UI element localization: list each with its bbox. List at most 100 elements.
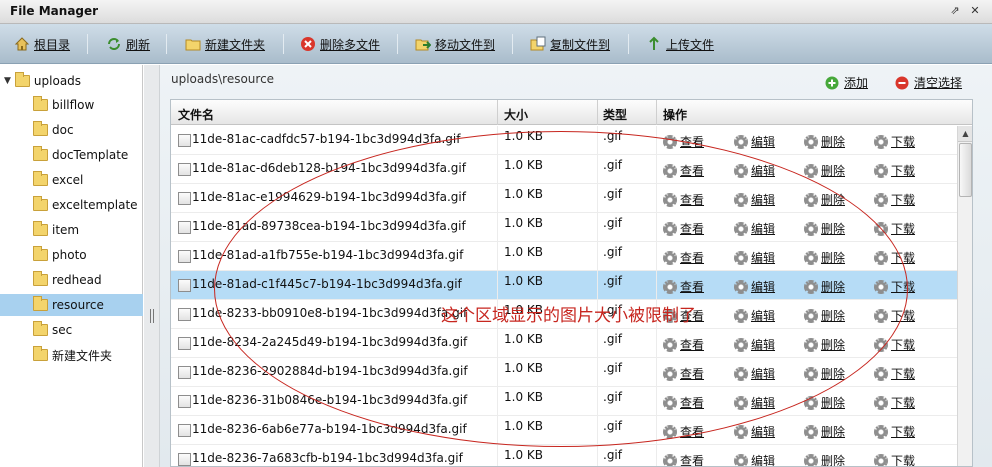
table-row[interactable]: 11de-8236-2902884d-b194-1bc3d994d3fa.gif… (171, 358, 957, 387)
delete-link[interactable]: 删除 (804, 249, 845, 266)
download-link[interactable]: 下载 (874, 423, 915, 440)
edit-link[interactable]: 编辑 (734, 307, 775, 324)
delete-link[interactable]: 删除 (804, 394, 845, 411)
scroll-up-icon[interactable]: ▲ (958, 126, 972, 142)
delete-link[interactable]: 删除 (804, 133, 845, 150)
tree-node-resource[interactable]: resource (0, 294, 143, 316)
edit-link[interactable]: 编辑 (734, 423, 775, 440)
edit-link[interactable]: 编辑 (734, 249, 775, 266)
row-checkbox[interactable] (178, 279, 191, 292)
edit-link[interactable]: 编辑 (734, 394, 775, 411)
row-checkbox[interactable] (178, 395, 191, 408)
delete-link[interactable]: 删除 (804, 365, 845, 382)
delete-link[interactable]: 删除 (804, 452, 845, 466)
tree-node-redhead[interactable]: redhead (0, 269, 143, 291)
download-link[interactable]: 下载 (874, 133, 915, 150)
scroll-thumb[interactable] (959, 143, 972, 197)
delete-link[interactable]: 删除 (804, 162, 845, 179)
delete-link[interactable]: 删除 (804, 278, 845, 295)
table-row[interactable]: 11de-81ac-cadfdc57-b194-1bc3d994d3fa.gif… (171, 126, 957, 155)
view-link[interactable]: 查看 (663, 220, 704, 237)
view-link[interactable]: 查看 (663, 394, 704, 411)
column-header-name[interactable]: 文件名 (178, 106, 214, 123)
tree-node-billflow[interactable]: billflow (0, 94, 143, 116)
expand-arrow-icon[interactable]: ▼ (4, 76, 11, 86)
add-button[interactable]: 添加 (824, 74, 868, 91)
tree-node-photo[interactable]: photo (0, 244, 143, 266)
tree-node-doc[interactable]: doc (0, 119, 143, 141)
view-link[interactable]: 查看 (663, 191, 704, 208)
row-checkbox[interactable] (178, 192, 191, 205)
tree-node-excel[interactable]: excel (0, 169, 143, 191)
clear-selection-button[interactable]: 清空选择 (894, 74, 962, 91)
table-row[interactable]: 11de-81ac-d6deb128-b194-1bc3d994d3fa.gif… (171, 155, 957, 184)
column-header-type[interactable]: 类型 (603, 106, 627, 123)
move-to-button[interactable]: 移动文件到 (415, 35, 495, 53)
column-divider[interactable] (497, 100, 498, 125)
table-row[interactable]: 11de-81ad-c1f445c7-b194-1bc3d994d3fa.gif… (171, 271, 957, 300)
view-link[interactable]: 查看 (663, 278, 704, 295)
column-header-size[interactable]: 大小 (504, 106, 528, 123)
delete-link[interactable]: 删除 (804, 191, 845, 208)
edit-link[interactable]: 编辑 (734, 365, 775, 382)
delete-link[interactable]: 删除 (804, 423, 845, 440)
row-checkbox[interactable] (178, 308, 191, 321)
download-link[interactable]: 下载 (874, 452, 915, 466)
row-checkbox[interactable] (178, 221, 191, 234)
view-link[interactable]: 查看 (663, 249, 704, 266)
view-link[interactable]: 查看 (663, 452, 704, 466)
row-checkbox[interactable] (178, 337, 191, 350)
edit-link[interactable]: 编辑 (734, 133, 775, 150)
tree-node-new-folder[interactable]: 新建文件夹 (0, 344, 143, 366)
delete-link[interactable]: 删除 (804, 336, 845, 353)
column-header-actions[interactable]: 操作 (663, 106, 687, 123)
download-link[interactable]: 下载 (874, 249, 915, 266)
column-divider[interactable] (656, 100, 657, 125)
table-row[interactable]: 11de-8236-31b0846e-b194-1bc3d994d3fa.gif… (171, 387, 957, 416)
download-link[interactable]: 下载 (874, 278, 915, 295)
new-folder-button[interactable]: 新建文件夹 (185, 35, 265, 53)
table-row[interactable]: 11de-81ac-e1994629-b194-1bc3d994d3fa.gif… (171, 184, 957, 213)
edit-link[interactable]: 编辑 (734, 452, 775, 466)
close-icon[interactable]: ✕ (968, 4, 982, 18)
splitter-grip-icon[interactable] (150, 309, 154, 323)
vertical-scrollbar[interactable]: ▲ (957, 126, 972, 466)
edit-link[interactable]: 编辑 (734, 220, 775, 237)
tree-root-uploads[interactable]: ▼ uploads (4, 70, 143, 92)
row-checkbox[interactable] (178, 453, 191, 466)
view-link[interactable]: 查看 (663, 162, 704, 179)
column-divider[interactable] (597, 100, 598, 125)
view-link[interactable]: 查看 (663, 336, 704, 353)
copy-to-button[interactable]: 复制文件到 (530, 35, 610, 53)
view-link[interactable]: 查看 (663, 133, 704, 150)
tree-node-item[interactable]: item (0, 219, 143, 241)
download-link[interactable]: 下载 (874, 336, 915, 353)
edit-link[interactable]: 编辑 (734, 278, 775, 295)
delete-link[interactable]: 删除 (804, 307, 845, 324)
tree-node-exceltemplate[interactable]: exceltemplate (0, 194, 143, 216)
delete-link[interactable]: 删除 (804, 220, 845, 237)
row-checkbox[interactable] (178, 366, 191, 379)
upload-button[interactable]: 上传文件 (646, 35, 714, 53)
download-link[interactable]: 下载 (874, 191, 915, 208)
edit-link[interactable]: 编辑 (734, 162, 775, 179)
row-checkbox[interactable] (178, 134, 191, 147)
tree-node-sec[interactable]: sec (0, 319, 143, 341)
table-row[interactable]: 11de-8236-6ab6e77a-b194-1bc3d994d3fa.gif… (171, 416, 957, 445)
table-row[interactable]: 11de-81ad-a1fb755e-b194-1bc3d994d3fa.gif… (171, 242, 957, 271)
row-checkbox[interactable] (178, 424, 191, 437)
view-link[interactable]: 查看 (663, 365, 704, 382)
pane-splitter[interactable] (144, 65, 160, 467)
download-link[interactable]: 下载 (874, 307, 915, 324)
edit-link[interactable]: 编辑 (734, 191, 775, 208)
view-link[interactable]: 查看 (663, 423, 704, 440)
edit-link[interactable]: 编辑 (734, 336, 775, 353)
table-row[interactable]: 11de-81ad-89738cea-b194-1bc3d994d3fa.gif… (171, 213, 957, 242)
restore-icon[interactable]: ⇗ (948, 4, 962, 18)
delete-multi-button[interactable]: 删除多文件 (300, 35, 380, 53)
download-link[interactable]: 下载 (874, 365, 915, 382)
refresh-button[interactable]: 刷新 (106, 35, 150, 53)
table-row[interactable]: 11de-8234-2a245d49-b194-1bc3d994d3fa.gif… (171, 329, 957, 358)
download-link[interactable]: 下载 (874, 220, 915, 237)
row-checkbox[interactable] (178, 250, 191, 263)
